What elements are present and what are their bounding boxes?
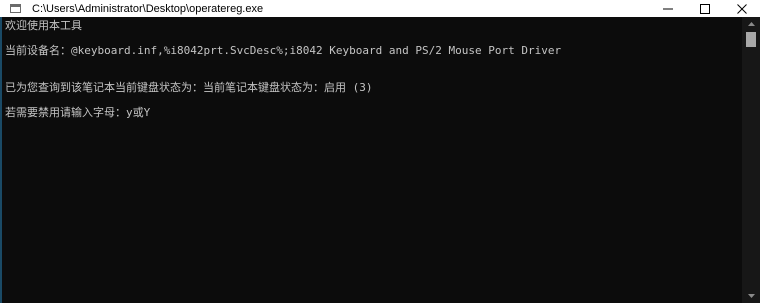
minimize-icon [662,8,673,9]
maximize-icon [699,3,710,14]
title-bar[interactable]: C:\Users\Administrator\Desktop\operatere… [0,0,760,17]
scroll-thumb[interactable] [746,32,756,47]
window-title: C:\Users\Administrator\Desktop\operatere… [32,2,264,15]
console-app-icon[interactable] [10,4,21,13]
close-button[interactable] [723,0,760,17]
scroll-down-button[interactable] [742,289,760,303]
window-controls [649,0,760,17]
scroll-down-arrow-icon [747,294,755,298]
console-line-device-name: 当前设备名：@keyboard.inf,%i8042prt.SvcDesc%;i… [5,44,562,57]
vertical-scrollbar[interactable] [742,17,760,303]
minimize-button[interactable] [649,0,686,17]
console-line-disable-prompt: 若需要禁用请输入字母：y或Y [5,106,151,119]
close-icon [736,3,747,14]
maximize-button[interactable] [686,0,723,17]
console-line-welcome: 欢迎使用本工具 [5,19,82,32]
console-output[interactable]: 欢迎使用本工具 当前设备名：@keyboard.inf,%i8042prt.Sv… [0,17,742,303]
console-line-keyboard-status: 已为您查询到该笔记本当前键盘状态为：当前笔记本键盘状态为：启用 (3) [5,81,373,94]
scroll-up-button[interactable] [742,17,760,31]
console-window: C:\Users\Administrator\Desktop\operatere… [0,0,760,303]
scroll-up-arrow-icon [747,22,755,26]
